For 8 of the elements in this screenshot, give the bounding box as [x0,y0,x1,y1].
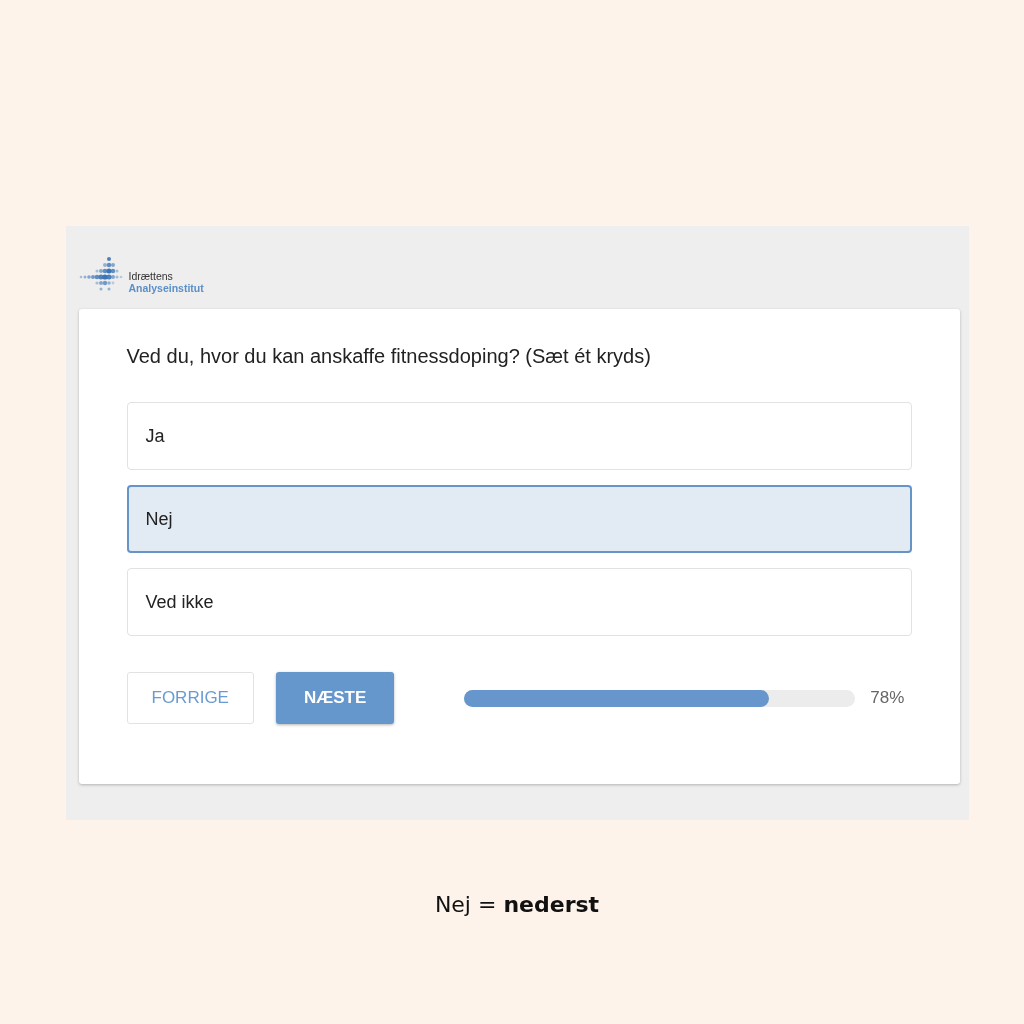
answer-option[interactable]: Ved ikke [126,568,912,636]
caption-text: Nej = nederst [434,892,600,917]
answer-option[interactable]: Nej [126,485,912,553]
answer-option[interactable]: Ja [126,402,912,470]
progress-percent: 78% [870,688,905,708]
question-text: Ved du, hvor du kan anskaffe fitnessdoping? (Sæt ét kryds) [126,345,652,368]
logo-text: Idrættens [128,270,174,282]
logo-text: Analyseinstitut [128,282,204,294]
